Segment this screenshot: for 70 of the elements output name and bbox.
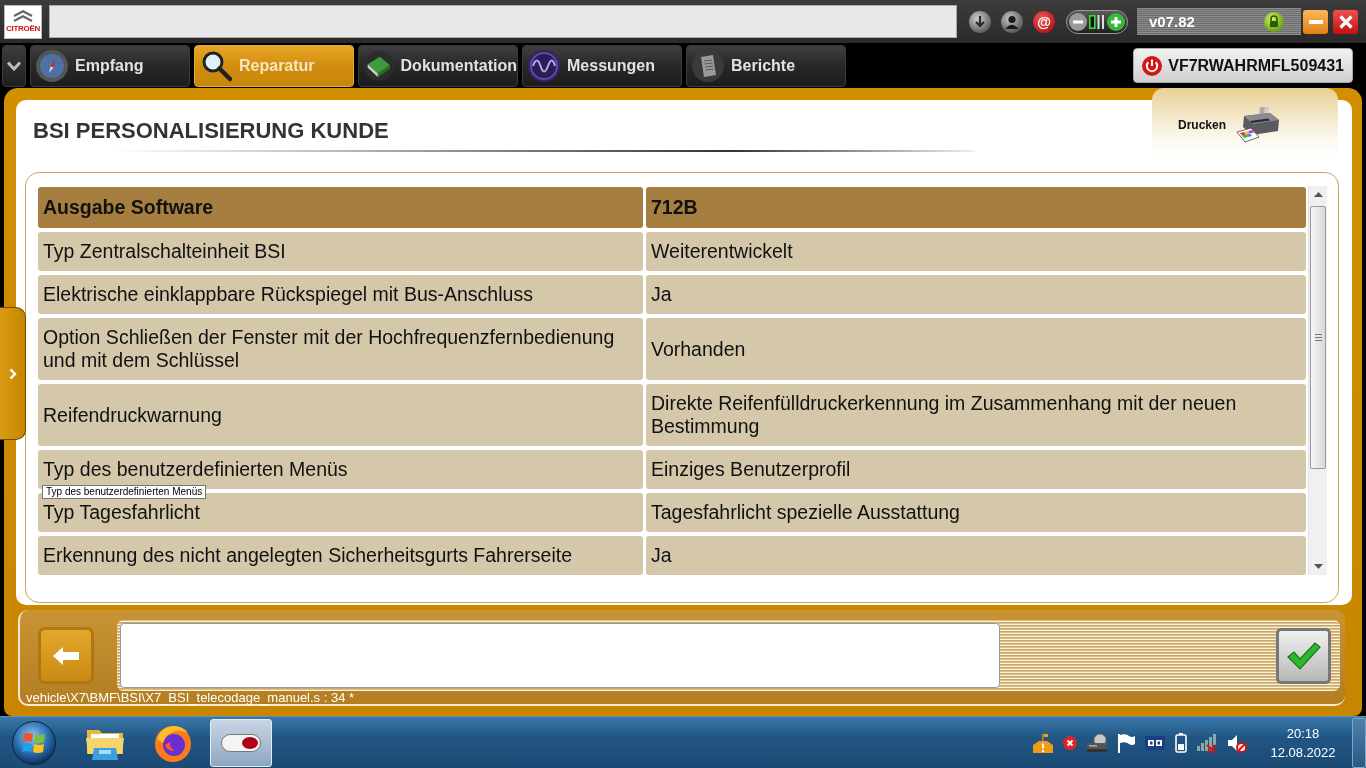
scroll-up-icon[interactable]	[1313, 192, 1323, 197]
clock-date[interactable]: 12.08.2022	[1270, 742, 1336, 762]
table-cell: Vorhanden	[646, 318, 1306, 380]
start-orb-icon[interactable]	[12, 720, 56, 765]
magnifier-icon	[200, 49, 232, 82]
address-field[interactable]	[49, 5, 957, 38]
taskbar-button[interactable]	[210, 718, 272, 767]
printer-icon	[1234, 105, 1281, 144]
table-cell: Option Schließen der Fenster mit der Hochfrequenzfernbedienung und mit dem Schlüssel	[38, 318, 643, 380]
chevron-icon	[13, 10, 33, 22]
table-cell: Ja	[646, 536, 1306, 575]
minimize-icon	[1308, 19, 1323, 24]
drive-icon[interactable]	[1087, 733, 1107, 752]
clock-time[interactable]: 20:18	[1286, 723, 1320, 743]
menu-toggle-button[interactable]	[2, 44, 26, 87]
checkmark-icon	[1286, 641, 1321, 670]
chevron-right-icon	[8, 367, 17, 380]
alert-icon[interactable]	[1033, 732, 1053, 753]
toggle-switch-icon	[221, 733, 261, 752]
table-cell: Tagesfahrlicht spezielle Ausstattung	[646, 493, 1306, 532]
confirm-button[interactable]	[1276, 627, 1331, 684]
table-cell: Reifendruckwarnung	[38, 384, 643, 446]
scroll-down-icon[interactable]	[1313, 564, 1323, 569]
scrollbar[interactable]	[1308, 186, 1327, 575]
close-icon	[1338, 14, 1353, 29]
dual-box-icon[interactable]	[1145, 735, 1165, 750]
flag-icon[interactable]	[1117, 732, 1135, 753]
signal-off-icon[interactable]	[1197, 732, 1217, 753]
file-path-label: vehicle\X7\BMF\BSI\X7_BSI_telecodage_manuel.s : 34 *	[26, 691, 355, 704]
table-cell: Ausgabe Software	[38, 187, 643, 228]
compass-icon	[36, 49, 68, 82]
book-icon	[364, 49, 394, 82]
download-icon[interactable]	[969, 10, 991, 33]
vehicle-button[interactable]: VF7RWAHRMFL509431	[1133, 48, 1353, 83]
battery-icon[interactable]	[1175, 732, 1187, 753]
page-title: BSI PERSONALISIERUNG KUNDE	[33, 117, 389, 144]
tab[interactable]: Empfang	[30, 44, 190, 87]
print-button[interactable]: Drucken	[1152, 88, 1338, 155]
table-cell: Erkennung des nicht angelegten Sicherheitsgurts Fahrerseite	[38, 536, 643, 575]
tab[interactable]: Dokumentation	[358, 44, 518, 87]
power-icon	[1142, 55, 1163, 76]
sidebar-handle[interactable]	[0, 307, 26, 440]
table-cell: Weiterentwickelt	[646, 232, 1306, 271]
grip-icon	[1314, 334, 1322, 341]
at-button[interactable]: @	[1033, 10, 1055, 33]
table-cell: Ja	[646, 275, 1306, 314]
minimize-button[interactable]	[1303, 9, 1328, 34]
table-cell: Typ Zentralschalteinheit BSI	[38, 232, 643, 271]
plus-icon[interactable]	[1107, 12, 1125, 31]
table-cell: 712B	[646, 187, 1306, 228]
error-icon[interactable]	[1063, 735, 1077, 750]
level-bars-icon	[1089, 12, 1105, 31]
logo-text: CITROËN	[6, 24, 40, 33]
message-field[interactable]	[120, 623, 1000, 688]
chevron-down-icon	[7, 60, 21, 71]
show-desktop-button[interactable]	[1352, 717, 1366, 768]
user-icon[interactable]	[1001, 10, 1023, 33]
tab[interactable]: Messungen	[522, 44, 682, 87]
table-cell: Einziges Benutzerprofil	[646, 450, 1306, 489]
version-label: v07.82	[1149, 13, 1195, 30]
minus-icon[interactable]	[1069, 12, 1087, 31]
tab[interactable]: Berichte	[686, 44, 846, 87]
close-button[interactable]	[1333, 9, 1358, 34]
lock-icon[interactable]	[1264, 11, 1284, 32]
scrollbar-thumb[interactable]	[1310, 206, 1326, 469]
table-cell: Elektrische einklappbare Rückspiegel mit Bus-Anschluss	[38, 275, 643, 314]
table-cell: Direkte Reifenfülldruckerkennung im Zusammenhang mit der neuen Bestimmung	[646, 384, 1306, 446]
back-button[interactable]	[38, 627, 94, 684]
arrow-left-icon	[53, 646, 79, 665]
wave-icon	[528, 49, 560, 82]
